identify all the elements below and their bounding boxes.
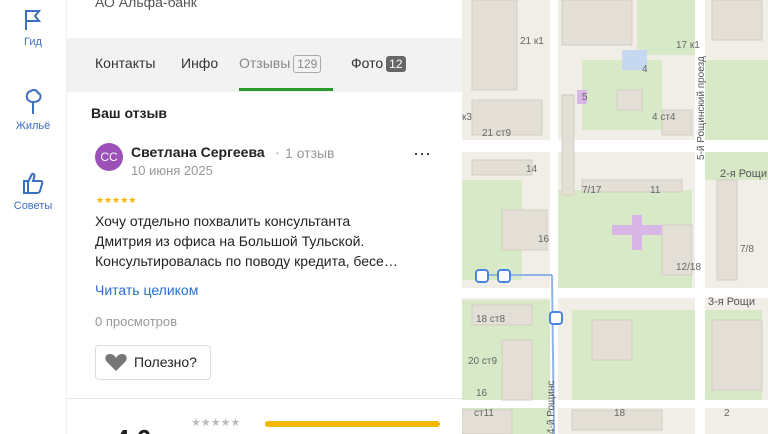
map-label: ст11 — [474, 408, 494, 419]
rail-item-tips[interactable]: Советы — [0, 170, 66, 212]
review-stars: ★★★★★ — [96, 195, 137, 205]
tab-photos-label: Фото — [351, 55, 384, 71]
map-label: 20 ст9 — [468, 356, 498, 367]
author-reviews-count: 1 отзыв — [285, 145, 335, 161]
rail-item-label: Гид — [24, 36, 42, 48]
photos-count-badge: 12 — [386, 56, 406, 72]
map-label: 7/8 — [740, 244, 754, 255]
review-text-line: Дмитрия из офиса на Большой Тульской. — [95, 233, 365, 249]
street-label: 3-я Рощи — [708, 296, 755, 308]
tab-info[interactable]: Инфо — [181, 55, 218, 71]
map-label: 14 — [526, 164, 538, 175]
rail-item-housing[interactable]: Жильё — [0, 88, 66, 132]
review-text: Хочу отдельно похвалить консультанта Дми… — [95, 211, 440, 271]
avatar[interactable]: СС — [95, 143, 123, 171]
useful-label: Полезно? — [134, 354, 197, 370]
review-text-line: Хочу отдельно похвалить консультанта — [95, 213, 351, 229]
rating-value: 4.6 — [115, 424, 151, 434]
section-title: Ваш отзыв — [91, 105, 168, 121]
org-panel: АО Альфа-банк Контакты Инфо Отзывы 129 Фо… — [67, 0, 462, 434]
rating-distribution-bar — [265, 421, 440, 427]
divider — [67, 398, 462, 399]
map-label: 2 — [724, 408, 730, 419]
map-label: 16 — [476, 388, 488, 399]
rail-item-label: Жильё — [15, 120, 51, 132]
map-label: 7/17 — [582, 185, 602, 196]
map-label: 12/18 — [676, 262, 702, 273]
street-label-vertical: 4-й Рощинс — [546, 380, 557, 434]
map-label: 11 — [650, 185, 661, 196]
map-label: 17 к1 — [676, 40, 700, 51]
map-label: 4 — [642, 64, 648, 75]
map[interactable]: 21 к1 17 к1 4 5 4 ст4 к3 21 ст9 14 7/17 … — [462, 0, 768, 434]
tab-reviews[interactable]: Отзывы 129 — [239, 55, 322, 73]
active-tab-indicator — [239, 88, 333, 91]
map-label: 5 — [582, 92, 588, 103]
review-text-line: Консультировалась по поводу кредита, бес… — [95, 253, 398, 269]
heart-icon — [105, 354, 127, 371]
review-date: 10 июня 2025 — [131, 163, 213, 178]
thumb-up-icon — [23, 172, 44, 194]
map-label: 18 — [614, 408, 626, 419]
rail-item-guide[interactable]: Гид — [0, 8, 66, 48]
tab-contacts[interactable]: Контакты — [95, 55, 155, 71]
tree-icon — [25, 88, 42, 114]
map-label: 16 — [538, 234, 550, 245]
flag-icon — [25, 10, 42, 30]
reviews-count-badge: 129 — [293, 55, 322, 73]
rating-summary-stars: ★★★★★ — [191, 417, 241, 429]
rail-item-label: Советы — [13, 200, 53, 212]
map-base — [462, 0, 768, 434]
street-label: 2-я Рощи — [720, 168, 767, 180]
map-label: 21 к1 — [520, 36, 544, 47]
tab-photos[interactable]: Фото 12 — [351, 55, 406, 72]
left-rail: Гид Жильё Советы — [0, 0, 67, 434]
map-label: 4 ст4 — [652, 112, 676, 123]
tab-reviews-label: Отзывы — [239, 55, 291, 71]
review-author[interactable]: Светлана Сергеева — [131, 144, 265, 160]
map-label: 21 ст9 — [482, 128, 512, 139]
more-options-icon[interactable]: ⋯ — [413, 144, 432, 165]
map-label: 18 ст8 — [476, 314, 506, 325]
author-separator: · — [275, 144, 280, 160]
tabs-bar: Контакты Инфо Отзывы 129 Фото 12 — [67, 38, 462, 92]
map-label: к3 — [462, 112, 472, 123]
org-name: АО Альфа-банк — [95, 0, 197, 10]
useful-button[interactable]: Полезно? — [95, 345, 211, 380]
views-count: 0 просмотров — [95, 314, 178, 329]
street-label-vertical: 5-й Рощинский проезд — [696, 56, 707, 160]
read-more-link[interactable]: Читать целиком — [95, 282, 198, 298]
